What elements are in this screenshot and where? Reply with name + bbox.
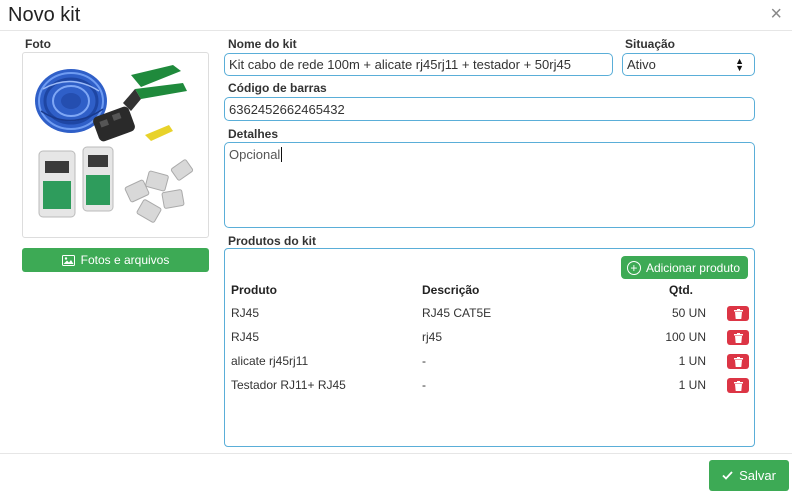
product-image — [35, 65, 194, 223]
row-qty: 50 UN — [671, 306, 706, 320]
text-cursor — [281, 147, 283, 162]
check-icon — [722, 471, 733, 480]
trash-icon — [733, 332, 743, 343]
status-label: Situação — [625, 37, 676, 51]
image-icon — [61, 254, 75, 266]
details-textarea[interactable]: Opcional — [224, 142, 755, 228]
photo-label: Foto — [25, 37, 51, 51]
add-product-button[interactable]: + Adicionar produto — [620, 256, 748, 279]
row-description: RJ45 CAT5E — [422, 306, 492, 320]
row-description: - — [422, 378, 426, 392]
row-product: RJ45 — [231, 330, 260, 344]
trash-icon — [733, 380, 743, 391]
header-product: Produto — [231, 283, 277, 297]
row-description: rj45 — [422, 330, 443, 344]
row-product: RJ45 — [231, 306, 260, 320]
plus-circle-icon: + — [626, 260, 641, 275]
select-arrows-icon: ▲ ▼ — [735, 56, 744, 73]
table-row: RJ45 rj45 100 UN — [225, 325, 754, 349]
row-product: Testador RJ11+ RJ45 — [231, 378, 346, 392]
row-qty: 1 UN — [678, 354, 706, 368]
details-placeholder: Opcional — [229, 147, 281, 162]
photos-files-label: Fotos e arquivos — [80, 253, 170, 267]
delete-button[interactable] — [727, 306, 749, 321]
footer-divider — [0, 453, 792, 454]
products-panel: + Adicionar produto Produto Descrição Qt… — [224, 248, 755, 447]
row-description: - — [422, 354, 426, 368]
header-divider — [0, 30, 792, 31]
row-qty: 100 UN — [665, 330, 706, 344]
tester-illustration — [38, 146, 114, 218]
delete-button[interactable] — [727, 378, 749, 393]
table-row: Testador RJ11+ RJ45 - 1 UN — [225, 373, 754, 397]
trash-icon — [733, 308, 743, 319]
row-qty: 1 UN — [678, 378, 706, 392]
close-icon[interactable]: × — [770, 4, 782, 24]
trash-icon — [733, 356, 743, 367]
modal-title: Novo kit — [8, 4, 81, 26]
details-label: Detalhes — [228, 127, 279, 141]
delete-button[interactable] — [727, 330, 749, 345]
status-value: Ativo — [627, 57, 656, 72]
save-button[interactable]: Salvar — [709, 460, 789, 491]
status-select[interactable]: Ativo ▲ ▼ — [622, 53, 755, 76]
save-label: Salvar — [739, 468, 776, 483]
add-product-label: Adicionar produto — [645, 260, 740, 275]
kit-name-value: Kit cabo de rede 100m + alicate rj45rj11… — [229, 57, 571, 72]
table-row: RJ45 RJ45 CAT5E 50 UN — [225, 301, 754, 325]
table-row: alicate rj45rj11 - 1 UN — [225, 349, 754, 373]
header-description: Descrição — [422, 283, 480, 297]
stripper-illustration — [145, 125, 173, 141]
photos-files-button[interactable]: Fotos e arquivos — [22, 248, 209, 272]
kit-photo — [22, 52, 209, 238]
connectors-illustration — [124, 159, 194, 223]
kit-name-input[interactable]: Kit cabo de rede 100m + alicate rj45rj11… — [224, 53, 613, 76]
row-product: alicate rj45rj11 — [231, 354, 309, 368]
kit-name-label: Nome do kit — [228, 37, 297, 51]
delete-button[interactable] — [727, 354, 749, 369]
barcode-label: Código de barras — [228, 81, 327, 95]
header-qty: Qtd. — [669, 283, 693, 297]
barcode-value: 6362452662465432 — [229, 101, 345, 117]
barcode-input[interactable]: 6362452662465432 — [224, 97, 755, 121]
products-label: Produtos do kit — [228, 234, 316, 248]
